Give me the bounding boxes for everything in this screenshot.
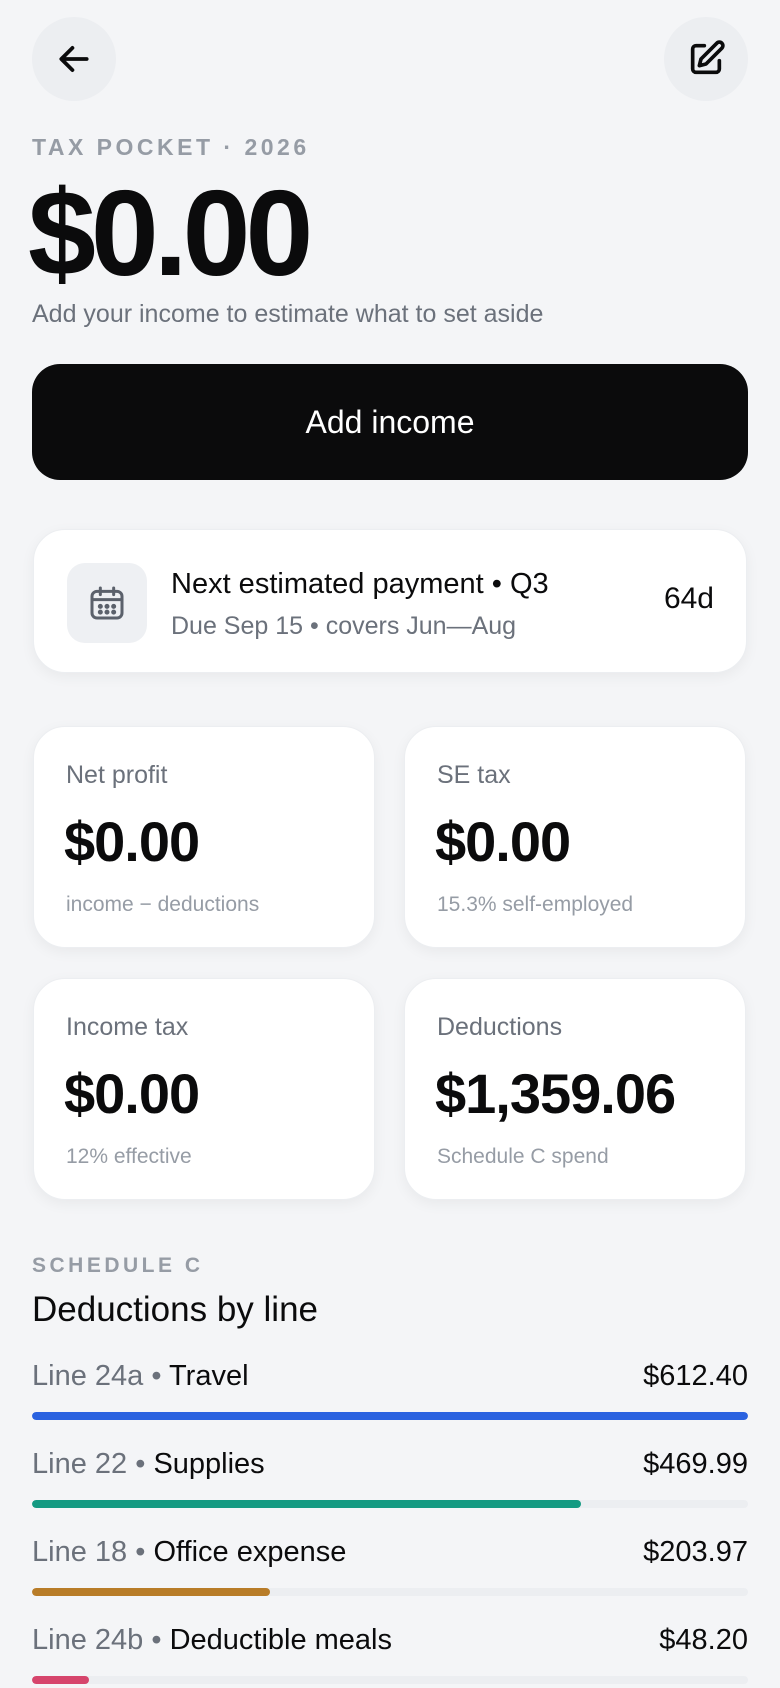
line-progress-fill [32,1500,582,1508]
stat-label: SE tax [437,761,511,789]
line-progress-track [32,1412,748,1420]
line-progress-fill [32,1412,748,1420]
payment-title: Next estimated payment • Q3 [171,568,549,600]
line-amount: $203.97 [643,1536,748,1568]
back-button[interactable] [32,17,116,101]
calendar-icon [90,586,124,620]
line-progress-track [32,1676,748,1684]
stat-label: Net profit [66,761,168,789]
add-income-button[interactable]: Add income [32,364,748,480]
line-progress-fill [32,1676,89,1684]
calendar-tile [67,563,147,643]
line-progress-track [32,1588,748,1596]
stat-card-net-profit[interactable]: Net profit $0.00 income − deductions [33,726,375,948]
line-amount: $612.40 [643,1360,748,1392]
line-name: Travel [169,1360,249,1392]
line-name: Deductible meals [169,1624,393,1656]
pocket-amount: $0.00 [28,165,313,301]
schedule-eyebrow: SCHEDULE C [32,1254,204,1277]
tax-pocket-label: TAX POCKET · 2026 [32,134,310,160]
stat-value: $0.00 [64,1062,200,1125]
edit-square-icon [690,40,725,75]
line-progress-track [32,1500,748,1508]
pocket-hint: Add your income to estimate what to set … [32,300,544,328]
line-code: Line 18 [32,1536,128,1568]
line-code: Line 24b [32,1624,144,1656]
arrow-left-icon [59,46,89,72]
payment-days-remaining: 64d [663,582,714,615]
line-code: Line 22 [32,1448,128,1480]
line-progress-fill [32,1588,271,1596]
stat-note: income − deductions [66,893,260,916]
stat-card-se-tax[interactable]: SE tax $0.00 15.3% self-employed [404,726,746,948]
line-amount: $48.20 [659,1624,748,1656]
stat-label: Income tax [66,1013,189,1041]
stat-note: 15.3% self-employed [437,893,634,916]
tax-pocket-screen: TAX POCKET · 2026 $0.00 Add your income … [0,0,780,1688]
stat-value: $0.00 [435,810,571,873]
stat-value: $0.00 [64,810,200,873]
line-name: Supplies [153,1448,265,1480]
stat-note: 12% effective [66,1145,192,1168]
stat-label: Deductions [437,1013,563,1041]
line-name: Office expense [153,1536,347,1568]
stat-card-income-tax[interactable]: Income tax $0.00 12% effective [33,978,375,1200]
stat-card-deductions[interactable]: Deductions $1,359.06 Schedule C spend [404,978,746,1200]
stat-value: $1,359.06 [435,1062,676,1125]
line-code: Line 24a [32,1360,144,1392]
next-payment-card[interactable]: Next estimated payment • Q3 Due Sep 15 •… [33,529,747,673]
stat-note: Schedule C spend [437,1145,609,1168]
line-amount: $469.99 [643,1448,748,1480]
edit-button[interactable] [664,17,748,101]
payment-subtitle: Due Sep 15 • covers Jun—Aug [171,612,517,640]
schedule-title: Deductions by line [32,1290,318,1329]
